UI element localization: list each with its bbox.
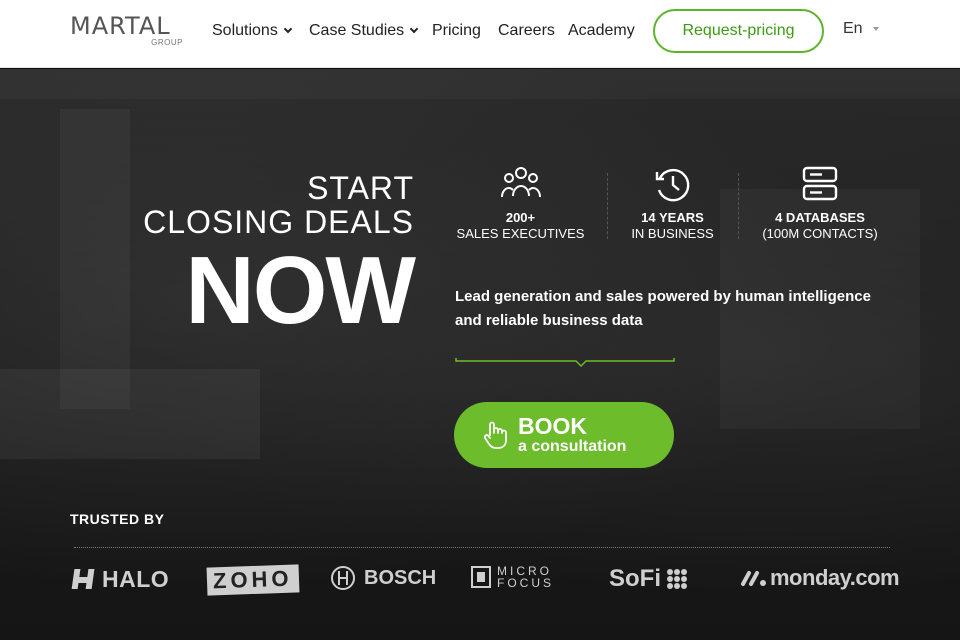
background-ceiling (0, 69, 960, 99)
nav-academy[interactable]: Academy (568, 20, 635, 42)
stat-divider (738, 173, 739, 239)
hero-title-start: START (307, 170, 414, 206)
book-button-title: BOOK (518, 413, 587, 439)
brand-logo-sofi: SoFi (609, 565, 689, 593)
stat-value: 200+ (505, 210, 536, 225)
brand-name: monday.com (770, 565, 900, 590)
caret-down-icon (872, 27, 879, 31)
martal-logo[interactable]: MARTAL GROUP (70, 12, 185, 47)
monday-mark-icon (741, 571, 766, 586)
request-pricing-label: Request-pricing (682, 22, 795, 39)
hand-pointer-icon (483, 421, 507, 449)
hero-lead-text: Lead generation and sales powered by hum… (455, 288, 871, 329)
stat-divider (607, 173, 608, 239)
stat-databases: 4 DATABASES (100M CONTACTS) (750, 164, 890, 242)
nav-careers-label: Careers (498, 22, 555, 39)
history-clock-icon (655, 168, 689, 202)
background-desk (0, 369, 260, 459)
stat-years: 14 YEARS IN BUSINESS (620, 164, 725, 242)
logo-sub: GROUP (151, 38, 183, 47)
trusted-divider (74, 547, 890, 548)
nav-pricing[interactable]: Pricing (432, 20, 481, 42)
decorative-underline (455, 358, 675, 368)
trusted-by-heading: TRUSTED BY (70, 511, 165, 527)
logo-word: MARTAL (70, 12, 171, 40)
brand-logo-halo: HALO (70, 565, 169, 593)
nav-solutions-label: Solutions (212, 22, 278, 39)
chevron-down-icon (409, 24, 419, 34)
site-header: MARTAL GROUP Solutions Case Studies Pric… (0, 0, 960, 68)
database-icon (802, 166, 838, 201)
nav-solutions[interactable]: Solutions (212, 20, 293, 42)
stat-sales-executives: 200+ SALES EXECUTIVES (448, 164, 593, 242)
users-group-icon (500, 167, 541, 198)
sofi-grid-icon (667, 569, 687, 589)
microfocus-mark-icon (471, 566, 491, 588)
brand-name: ZOHO (206, 564, 300, 596)
halo-mark-icon (71, 569, 95, 589)
brand-name: MICRO FOCUS (497, 564, 554, 590)
brand-logo-monday: monday.com (740, 565, 900, 591)
language-label: En (843, 20, 863, 37)
stat-label: (100M CONTACTS) (762, 226, 878, 241)
brand-logo-micro-focus: MICRO FOCUS (471, 565, 567, 589)
brand-name: BOSCH (364, 566, 437, 589)
language-selector[interactable]: En (843, 20, 879, 38)
request-pricing-button[interactable]: Request-pricing (653, 9, 824, 53)
brand-name: HALO (102, 565, 170, 592)
nav-case-studies-label: Case Studies (309, 22, 405, 39)
stat-label: IN BUSINESS (631, 226, 714, 241)
nav-pricing-label: Pricing (432, 22, 481, 39)
nav-careers[interactable]: Careers (498, 20, 555, 42)
hero-title-now: NOW (185, 237, 416, 344)
hero-section: START CLOSING DEALS NOW 200+ SALES EXECU… (0, 69, 960, 640)
stat-label: SALES EXECUTIVES (456, 226, 585, 241)
nav-case-studies[interactable]: Case Studies (309, 20, 419, 42)
brand-logo-zoho: ZOHO (206, 564, 300, 596)
brand-logo-bosch: BOSCH (330, 565, 436, 591)
nav-academy-label: Academy (568, 22, 635, 39)
book-consultation-button[interactable]: BOOK a consultation (454, 402, 674, 468)
stat-value: 14 YEARS (641, 210, 704, 225)
chevron-down-icon (283, 24, 293, 34)
brand-name: SoFi (609, 565, 661, 592)
bosch-armature-icon (331, 566, 355, 590)
book-button-subtitle: a consultation (518, 438, 627, 455)
hero-title-closing: CLOSING DEALS (143, 204, 414, 240)
stat-value: 4 DATABASES (775, 210, 865, 225)
background-figure (60, 109, 130, 409)
